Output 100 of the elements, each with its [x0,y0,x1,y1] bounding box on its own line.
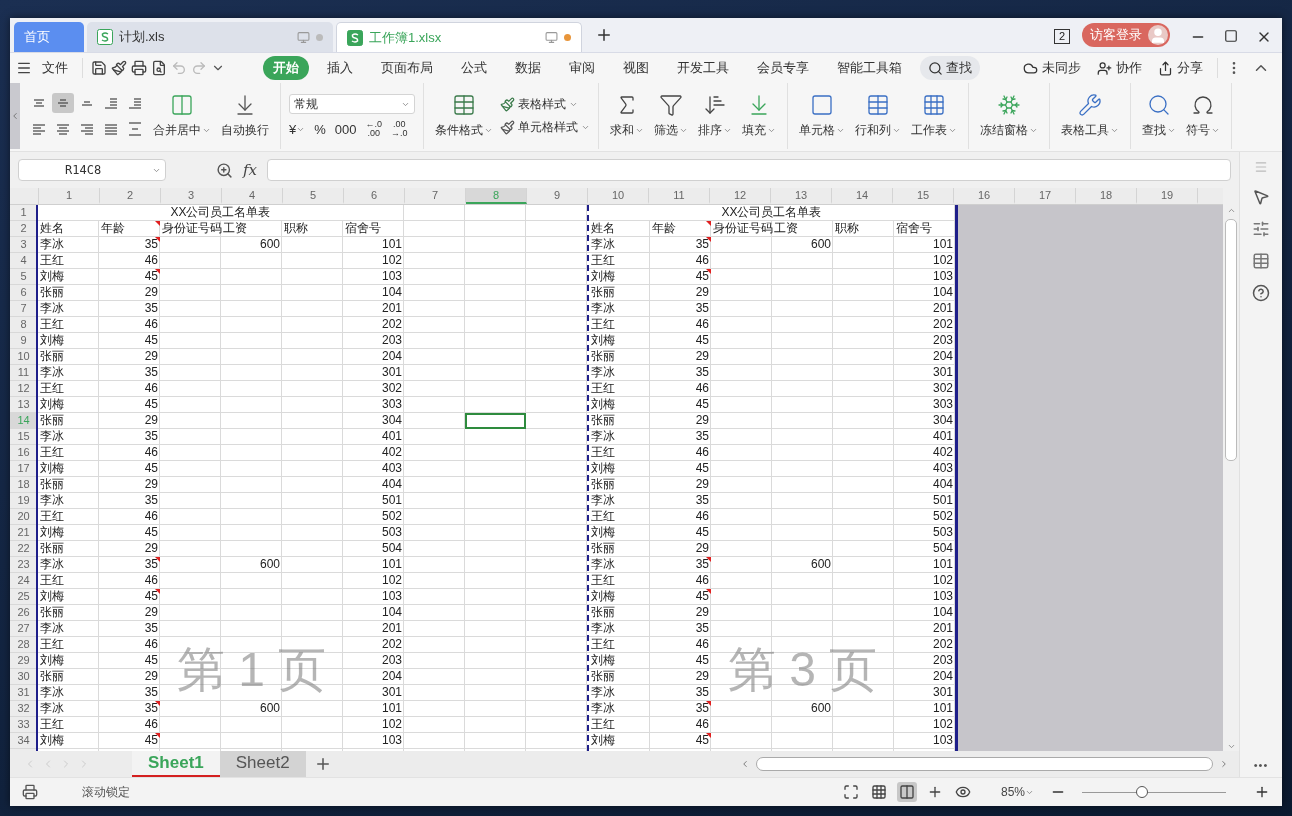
more-button[interactable]: ••• [1253,759,1269,771]
zoom-in-icon[interactable] [1254,784,1270,800]
toolbar-button[interactable]: 协作 [1091,57,1148,79]
column-header[interactable]: 4 [222,188,283,204]
print-preview-icon[interactable] [151,60,167,76]
ribbon-button[interactable]: 自动换行 [218,91,272,141]
ribbon-tab[interactable]: 开发工具 [666,56,739,80]
row-header[interactable]: 32 [10,701,38,717]
row-header[interactable]: 17 [10,461,38,477]
ribbon-tab[interactable]: 视图 [612,56,659,80]
row-header[interactable]: 8 [10,317,38,333]
number-format-button[interactable]: 000 [334,124,357,134]
column-header[interactable]: 19 [1137,188,1198,204]
login-button[interactable]: 访客登录 [1082,23,1170,47]
row-header[interactable]: 21 [10,525,38,541]
column-header[interactable]: 2 [100,188,161,204]
table-icon[interactable] [1252,252,1270,270]
scrollbar-thumb[interactable] [1225,219,1237,461]
row-header[interactable]: 16 [10,445,38,461]
number-format-button[interactable]: ←.0 .00 [365,120,382,138]
row-header[interactable]: 24 [10,573,38,589]
row-header[interactable]: 25 [10,589,38,605]
view-button[interactable] [896,782,917,802]
row-header[interactable]: 31 [10,685,38,701]
row-header[interactable]: 4 [10,253,38,269]
cursor-icon[interactable] [1252,188,1270,206]
column-header[interactable]: 15 [893,188,954,204]
row-header[interactable]: 15 [10,429,38,445]
column-header[interactable]: 10 [588,188,649,204]
scroll-up-icon[interactable] [1226,206,1236,215]
ribbon-tab[interactable]: 会员专享 [746,56,819,80]
row-header[interactable]: 3 [10,237,38,253]
document-tab[interactable]: 工作簿1.xlsx [336,22,582,52]
ribbon-tab[interactable]: 页面布局 [370,56,443,80]
ribbon-button[interactable]: 筛选 [651,91,691,141]
ribbon-button[interactable]: 符号 [1183,91,1223,141]
row-header[interactable]: 28 [10,637,38,653]
align-button[interactable] [52,93,74,113]
ribbon-button[interactable]: 行和列 [852,91,904,141]
row-header[interactable]: 34 [10,733,38,749]
column-header[interactable]: 13 [771,188,832,204]
ribbon-tab[interactable]: 数据 [504,56,551,80]
ribbon-button[interactable]: 填充 [739,91,779,141]
row-header[interactable]: 27 [10,621,38,637]
number-format-button[interactable]: .00 →.0 [391,120,408,138]
maximize-icon[interactable] [1224,29,1238,43]
column-header[interactable]: 11 [649,188,710,204]
row-header[interactable]: 19 [10,493,38,509]
column-header[interactable]: 12 [710,188,771,204]
help-icon[interactable] [1252,284,1270,302]
column-header[interactable]: 9 [527,188,588,204]
ribbon-button[interactable]: 查找 [1139,91,1179,141]
function-label[interactable]: fx [243,161,257,179]
row-header[interactable]: 5 [10,269,38,285]
toolbar-button[interactable]: 分享 [1152,57,1209,79]
ribbon-tab[interactable]: 公式 [450,56,497,80]
number-format-button[interactable]: % [314,124,326,134]
scroll-right-icon[interactable] [1219,759,1229,769]
ribbon-button[interactable]: 排序 [695,91,735,141]
row-header[interactable]: 7 [10,301,38,317]
column-header[interactable]: 14 [832,188,893,204]
file-menu[interactable]: 文件 [36,57,74,79]
toolbar-button[interactable]: 未同步 [1017,57,1087,79]
row-header[interactable]: 6 [10,285,38,301]
document-tab[interactable]: 首页 [14,22,84,52]
ribbon-tab[interactable]: 审阅 [558,56,605,80]
zoom-icon[interactable] [216,161,233,179]
sliders-icon[interactable] [1252,220,1270,238]
ribbon-button[interactable]: 表格样式 [500,96,590,113]
window-count[interactable]: 2 [1053,29,1070,44]
print-icon[interactable] [131,60,147,76]
ribbon-tab[interactable]: 插入 [316,56,363,80]
document-tab[interactable]: 计划.xls [87,22,333,52]
format-painter-icon[interactable] [111,60,127,76]
sheet-tab[interactable]: Sheet2 [219,751,306,777]
menu-icon[interactable] [16,60,32,76]
row-header[interactable]: 11 [10,365,38,381]
column-header[interactable]: 5 [283,188,344,204]
save-icon[interactable] [91,60,107,76]
ribbon-button[interactable]: 表格工具 [1058,91,1122,141]
row-header[interactable]: 23 [10,557,38,573]
row-header[interactable]: 29 [10,653,38,669]
row-header[interactable]: 2 [10,221,38,237]
search-button[interactable]: 查找 [919,56,980,80]
column-header[interactable]: 17 [1015,188,1076,204]
row-header[interactable]: 18 [10,477,38,493]
column-header[interactable]: 3 [161,188,222,204]
column-header[interactable]: 6 [344,188,405,204]
new-tab-icon[interactable] [595,26,613,44]
zoom-select[interactable]: 85% [1000,785,1034,799]
row-header[interactable]: 22 [10,541,38,557]
row-header[interactable]: 30 [10,669,38,685]
column-header[interactable]: 18 [1076,188,1137,204]
sheet-tab[interactable]: Sheet1 [132,751,220,777]
zoom-thumb[interactable] [1136,786,1149,798]
name-box[interactable]: R14C8 [18,159,166,181]
number-format-select[interactable]: 常规 [289,94,415,114]
ribbon-button[interactable]: 合并居中 [150,91,214,141]
row-header[interactable]: 33 [10,717,38,733]
ribbon-button[interactable]: 冻结窗格 [977,91,1041,141]
